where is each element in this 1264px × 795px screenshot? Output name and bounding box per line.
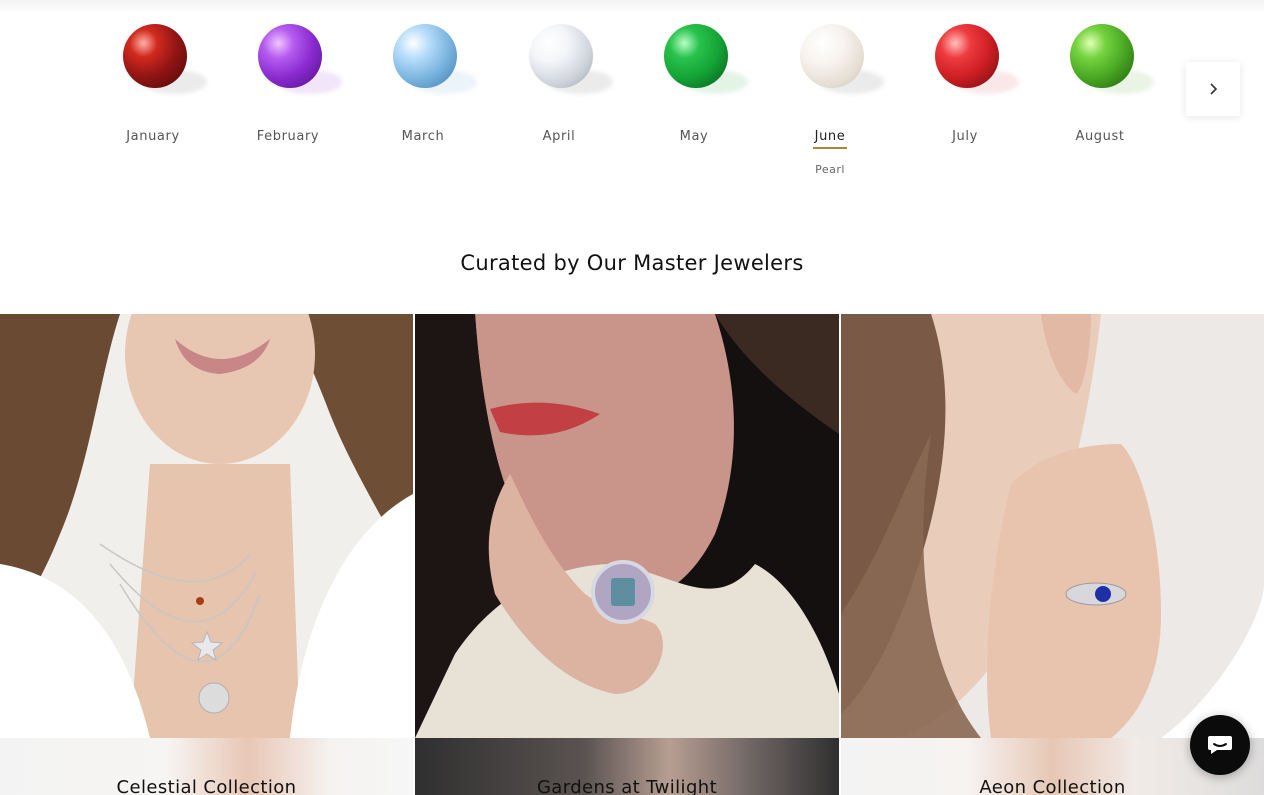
month-april[interactable]: April <box>499 18 619 144</box>
month-may[interactable]: May <box>634 18 754 144</box>
month-march[interactable]: March <box>363 18 483 144</box>
month-july[interactable]: July <box>905 18 1025 144</box>
aquamarine-gem-icon <box>393 24 457 88</box>
month-label: January <box>126 129 180 144</box>
month-label: May <box>679 129 709 144</box>
gardens-at-twilight-photo <box>415 314 839 738</box>
collection-name: Celestial Collection <box>116 777 297 795</box>
chevron-right-icon <box>1210 83 1218 95</box>
carousel-next-button[interactable] <box>1186 62 1240 116</box>
amethyst-gem-icon <box>258 24 322 88</box>
section-title: Curated by Our Master Jewelers <box>460 251 804 275</box>
active-month-underline <box>813 147 847 149</box>
month-label: February <box>256 129 320 144</box>
collection-name: Aeon Collection <box>979 777 1126 795</box>
month-january[interactable]: January <box>93 18 213 144</box>
month-label: July <box>952 129 978 144</box>
celestial-collection-photo <box>0 314 413 738</box>
collection-grid: Celestial Collection Gardens at Twilight <box>0 314 1264 795</box>
month-label: April <box>542 129 576 144</box>
chat-icon <box>1208 736 1232 754</box>
month-august[interactable]: August <box>1040 18 1160 144</box>
diamond-gem-icon <box>529 24 593 88</box>
collection-card-gardens[interactable]: Gardens at Twilight <box>415 314 839 795</box>
collection-name: Gardens at Twilight <box>536 777 718 795</box>
month-february[interactable]: February <box>228 18 348 144</box>
birthstone-carousel: January February March April May June Pe… <box>0 0 1264 200</box>
pearl-gem-icon <box>800 24 864 88</box>
chat-button[interactable] <box>1190 715 1250 775</box>
birthstone-name: Pearl <box>815 163 845 176</box>
peridot-gem-icon <box>1070 24 1134 88</box>
month-label: March <box>401 129 445 144</box>
collection-card-celestial[interactable]: Celestial Collection <box>0 314 413 795</box>
ruby-gem-icon <box>935 24 999 88</box>
month-june[interactable]: June Pearl <box>770 18 890 176</box>
month-label: June <box>814 129 846 144</box>
aeon-collection-photo <box>841 314 1264 738</box>
emerald-gem-icon <box>664 24 728 88</box>
garnet-gem-icon <box>123 24 187 88</box>
month-label: August <box>1075 129 1125 144</box>
